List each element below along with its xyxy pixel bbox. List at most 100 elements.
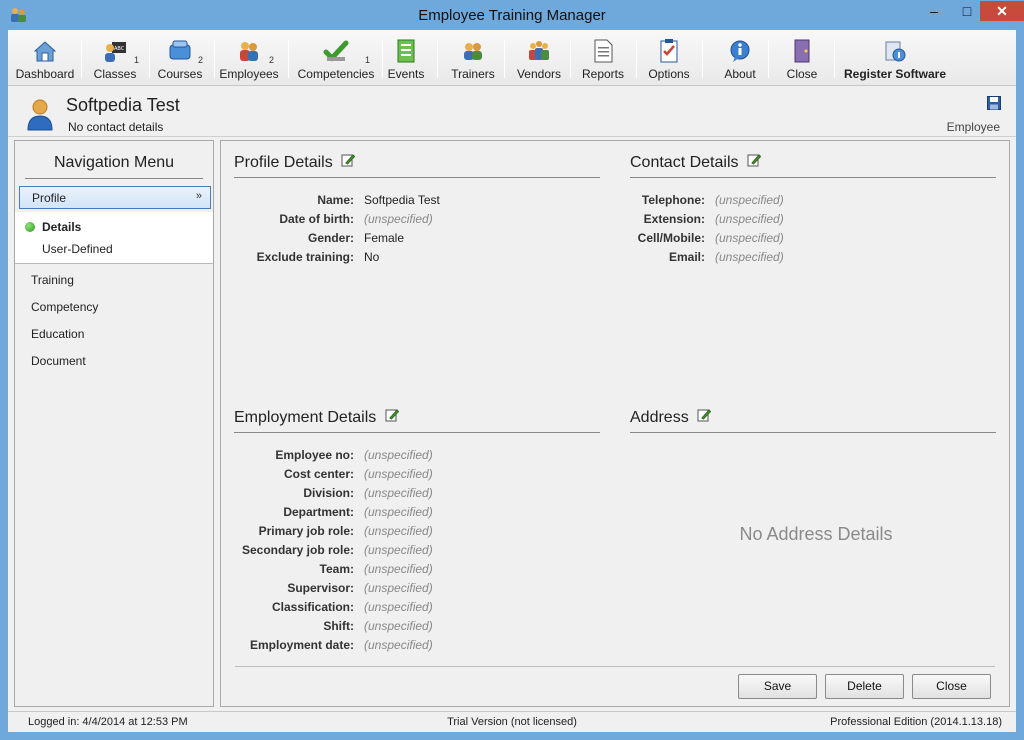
field-label: Supervisor: <box>287 581 354 595</box>
edit-icon[interactable] <box>385 408 399 422</box>
toolbar-separator <box>702 40 703 78</box>
trainers-icon <box>464 43 482 60</box>
toolbar-separator <box>149 40 150 78</box>
save-icon[interactable] <box>987 96 1001 110</box>
address-section-title: Address <box>630 409 689 426</box>
toolbar-competencies-button[interactable]: 1 Competencies <box>292 30 380 84</box>
close-door-icon <box>794 39 810 63</box>
navigation-panel: Navigation Menu Profile » Details User-D… <box>14 140 214 707</box>
classes-icon: ABC <box>105 42 126 62</box>
field-label: Extension: <box>643 212 705 226</box>
toolbar-close-button[interactable]: Close <box>780 30 824 84</box>
dashboard-icon <box>33 41 57 62</box>
employee-header: Softpedia Test No contact details Employ… <box>8 87 1016 137</box>
save-button[interactable]: Save <box>738 674 817 699</box>
field-label: Date of birth: <box>279 212 354 226</box>
footer-divider <box>235 666 995 667</box>
field-value: Female <box>364 231 405 245</box>
toolbar-register-button[interactable]: Register Software <box>840 30 950 84</box>
address-empty-message: No Address Details <box>739 524 893 544</box>
toolbar-label: Options <box>648 67 690 81</box>
edit-icon[interactable] <box>341 153 355 167</box>
toolbar-label: Classes <box>93 67 137 81</box>
nav-item-education[interactable]: Education <box>31 327 84 341</box>
field-label: Cell/Mobile: <box>637 231 705 245</box>
navigation-title: Navigation Menu <box>25 154 203 179</box>
nav-item-user-defined[interactable]: User-Defined <box>42 242 113 256</box>
toolbar-vendors-button[interactable]: Vendors <box>511 30 567 84</box>
field-label: Division: <box>303 486 354 500</box>
employee-contact: No contact details <box>68 120 164 134</box>
field-label: Secondary job role: <box>241 543 354 557</box>
title-bar[interactable]: Employee Training Manager – □ ✕ <box>0 0 1024 30</box>
nav-item-document[interactable]: Document <box>31 354 86 368</box>
record-type-label: Employee <box>946 120 1000 134</box>
edit-icon[interactable] <box>697 408 711 422</box>
field-label: Department: <box>283 505 354 519</box>
field-value: No <box>364 250 380 264</box>
toolbar-classes-button[interactable]: ABC 1 Classes <box>86 30 144 84</box>
toolbar-separator <box>81 40 82 78</box>
toolbar-employees-button[interactable]: 2 Employees <box>218 30 280 84</box>
minimize-button[interactable]: – <box>922 1 946 21</box>
edit-icon[interactable] <box>747 153 761 167</box>
field-label: Cost center: <box>283 467 354 481</box>
toolbar-label: Reports <box>581 67 625 81</box>
toolbar-label: Competencies <box>297 67 375 81</box>
events-icon <box>397 39 415 63</box>
toolbar-label: Dashboard <box>15 67 75 81</box>
toolbar-label: Trainers <box>451 67 495 81</box>
section-divider <box>630 177 996 178</box>
chevron-down-icon[interactable]: » <box>196 190 202 202</box>
section-divider <box>234 432 600 433</box>
field-value: (unspecified) <box>715 212 784 226</box>
close-button[interactable]: Close <box>912 674 991 699</box>
field-value: (unspecified) <box>364 448 433 462</box>
toolbar-courses-button[interactable]: 2 Courses <box>154 30 206 84</box>
toolbar-separator <box>570 40 571 78</box>
field-value: (unspecified) <box>364 619 433 633</box>
toolbar-count: 1 <box>134 55 140 65</box>
nav-item-details[interactable]: Details <box>42 220 81 234</box>
about-icon <box>730 40 750 62</box>
courses-icon <box>169 40 191 60</box>
toolbar-separator <box>504 40 505 78</box>
toolbar-dashboard-button[interactable]: Dashboard <box>14 30 76 84</box>
toolbar-separator <box>382 40 383 78</box>
contact-section-title: Contact Details <box>630 154 739 171</box>
toolbar-trainers-button[interactable]: Trainers <box>448 30 498 84</box>
field-label: Employment date: <box>249 638 354 652</box>
toolbar-options-button[interactable]: Options <box>644 30 694 84</box>
toolbar-events-button[interactable]: Events <box>386 30 426 84</box>
competencies-icon <box>323 40 349 62</box>
toolbar-about-button[interactable]: About <box>712 30 768 84</box>
field-value: (unspecified) <box>715 250 784 264</box>
nav-item-training[interactable]: Training <box>31 273 74 287</box>
window-close-button[interactable]: ✕ <box>980 1 1024 21</box>
employment-section-title: Employment Details <box>234 409 377 426</box>
toolbar-separator <box>437 40 438 78</box>
details-panel: Profile Details Name: Softpedia Test Dat… <box>220 140 1010 707</box>
toolbar-count: 2 <box>269 55 275 65</box>
nav-item-competency[interactable]: Competency <box>31 300 98 314</box>
window-title: Employee Training Manager <box>418 7 606 24</box>
status-bar: Logged in: 4/4/2014 at 12:53 PM Trial Ve… <box>8 711 1016 732</box>
toolbar-separator <box>214 40 215 78</box>
main-toolbar: Dashboard ABC 1 Classes 2 Courses 2 Empl… <box>8 30 1016 86</box>
maximize-button[interactable]: □ <box>955 1 979 21</box>
avatar <box>27 99 53 131</box>
field-label: Team: <box>319 562 354 576</box>
toolbar-separator <box>636 40 637 78</box>
field-value: (unspecified) <box>364 524 433 538</box>
field-label: Shift: <box>323 619 354 633</box>
toolbar-separator <box>834 40 835 78</box>
toolbar-reports-button[interactable]: Reports <box>578 30 628 84</box>
field-label: Primary job role: <box>258 524 354 538</box>
field-value: (unspecified) <box>715 193 784 207</box>
field-value: (unspecified) <box>364 562 433 576</box>
field-label: Employee no: <box>275 448 354 462</box>
toolbar-label: Courses <box>157 67 203 81</box>
field-label: Exclude training: <box>256 250 354 264</box>
nav-profile-header[interactable]: Profile » <box>19 186 211 209</box>
delete-button[interactable]: Delete <box>825 674 904 699</box>
